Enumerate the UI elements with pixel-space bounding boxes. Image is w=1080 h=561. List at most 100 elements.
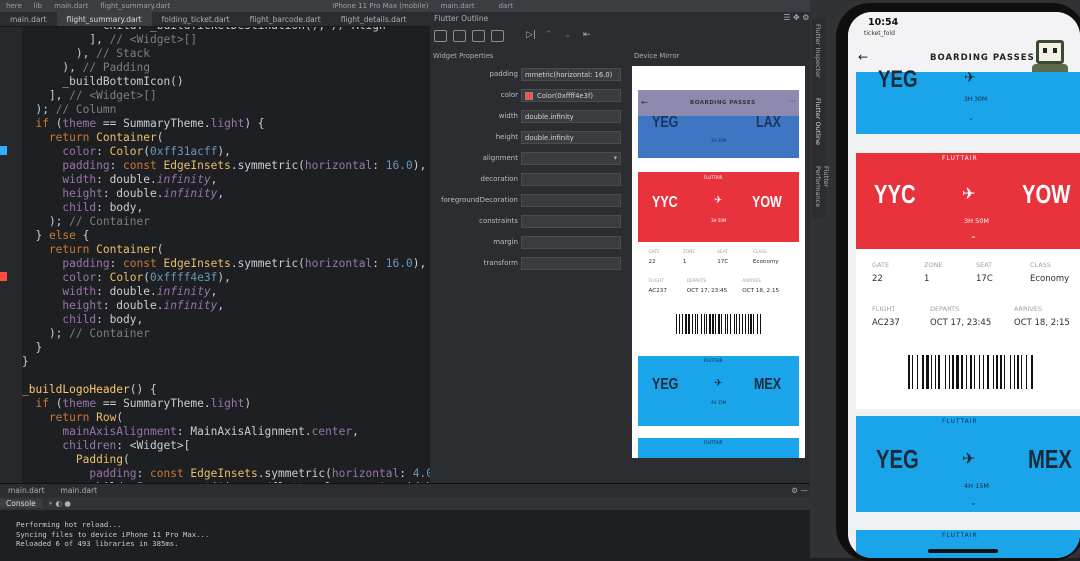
chevron-up-icon[interactable]: ⌃ (970, 235, 977, 244)
code-token: Container (96, 243, 157, 256)
tab-console[interactable]: Console (0, 499, 42, 508)
property-field[interactable] (521, 215, 621, 228)
code-token: ) (244, 397, 252, 410)
bottom-tab[interactable]: main.dart (53, 486, 106, 495)
column-widget-icon[interactable] (472, 30, 485, 42)
code-line[interactable]: padding: const EdgeInsets.symmetric(hori… (22, 467, 430, 481)
move-down-icon[interactable]: ⌄ (564, 30, 577, 42)
side-tab-inspector[interactable]: Flutter Inspector (814, 24, 822, 78)
tab-flight-details[interactable]: flight_details.dart (331, 12, 417, 26)
nav-item[interactable]: here (0, 2, 28, 10)
code-editor[interactable]: child: _buildTicketDestination(), // Ali… (22, 27, 430, 483)
editor-gutter[interactable] (0, 27, 22, 483)
code-line[interactable]: if (theme == SummaryTheme.light) { (22, 117, 430, 131)
more-icon[interactable]: ⋯ (789, 97, 796, 105)
detail-label: SEAT (976, 261, 993, 269)
dropdown-arrow-icon[interactable]: ▾ (614, 154, 617, 162)
code-line[interactable]: return Container( (22, 243, 430, 257)
mirror-card-2[interactable]: FLUTTAIR YYC ✈ YOW 3H 50M (638, 172, 799, 242)
code-line[interactable]: width: double.infinity, (22, 285, 430, 299)
ticket-card-top[interactable]: YEG ✈ 3H 30M ⌄ (856, 66, 1080, 134)
mirror-card-4[interactable]: FLUTTAIR (638, 438, 799, 458)
code-line[interactable]: color: Color(0xff31acff), (22, 145, 430, 159)
back-arrow-icon[interactable]: ← (641, 98, 648, 107)
row-widget-icon[interactable] (491, 30, 504, 42)
property-field[interactable] (521, 257, 621, 270)
ticket-card-4[interactable]: FLUTTAIR (856, 530, 1080, 558)
code-line[interactable]: color: Color(0xffff4e3f), (22, 271, 430, 285)
code-line[interactable]: padding: const EdgeInsets.symmetric(hori… (22, 159, 430, 173)
code-line[interactable]: mainAxisAlignment: MainAxisAlignment.cen… (22, 425, 430, 439)
detail-value: Economy (752, 258, 779, 265)
run-config[interactable]: main.dart (435, 2, 481, 10)
tab-main-dart[interactable]: main.dart (0, 12, 57, 26)
side-tab-performance[interactable]: Flutter Performance (814, 166, 830, 218)
code-line[interactable]: } else { (22, 229, 430, 243)
code-token: 4.0 (412, 467, 430, 480)
code-line[interactable]: ), // Padding (22, 61, 430, 75)
code-line[interactable]: } (22, 355, 430, 369)
bottom-tab[interactable]: main.dart (0, 486, 53, 495)
property-field[interactable]: ▾ (521, 152, 621, 165)
mirror-card-3[interactable]: FLUTTAIR YEG ✈ MEX 4H 15M (638, 356, 799, 426)
property-field[interactable]: double.infinity (521, 110, 621, 123)
code-line[interactable]: child: body, (22, 313, 430, 327)
move-up-icon[interactable]: ⌃ (545, 30, 558, 42)
code-line[interactable]: ], // <Widget>[] (22, 33, 430, 47)
tab-flight-barcode[interactable]: flight_barcode.dart (240, 12, 331, 26)
code-line[interactable]: width: double.infinity, (22, 173, 430, 187)
tab-folding-ticket[interactable]: folding_ticket.dart (152, 12, 240, 26)
ticket-card-3[interactable]: FLUTTAIR YEG ✈ MEX 4H 15M ⌄ (856, 416, 1080, 512)
tab-flight-summary[interactable]: flight_summary.dart (56, 12, 152, 26)
code-line[interactable]: return Row( (22, 411, 430, 425)
side-tab-outline[interactable]: Flutter Outline (814, 98, 822, 145)
code-line[interactable] (22, 369, 430, 383)
code-line[interactable]: ), // Stack (22, 47, 430, 61)
chevron-down-icon[interactable]: ⌄ (970, 498, 977, 507)
property-field[interactable]: double.infinity (521, 131, 621, 144)
console-output[interactable]: Performing hot reload... Syncing files t… (0, 510, 828, 558)
back-arrow-icon[interactable]: ← (858, 50, 868, 64)
mirror-card-1[interactable]: YEG LAX 3H 30M (638, 114, 799, 158)
code-line[interactable]: ); // Container (22, 215, 430, 229)
code-line[interactable]: if (theme == SummaryTheme.light) (22, 397, 430, 411)
property-field[interactable] (521, 236, 621, 249)
code-line[interactable]: _buildBottomIcon() (22, 75, 430, 89)
code-line[interactable]: Padding( (22, 453, 430, 467)
nav-item[interactable]: flight_summary.dart (94, 2, 176, 10)
code-line[interactable]: child: body, (22, 201, 430, 215)
toolbar-icon[interactable]: ⚡ ◐ ● (42, 499, 77, 508)
code-token: } (22, 229, 49, 242)
property-field[interactable] (521, 173, 621, 186)
code-line[interactable]: children: <Widget>[ (22, 439, 430, 453)
code-line[interactable]: ); // Container (22, 327, 430, 341)
extract-widget-icon[interactable]: ▷| (526, 30, 539, 42)
code-line[interactable]: } (22, 341, 430, 355)
nav-item[interactable]: main.dart (48, 2, 94, 10)
brand: FLUTTAIR (942, 155, 978, 162)
code-line[interactable]: ], // <Widget>[] (22, 89, 430, 103)
code-line[interactable]: height: double.infinity, (22, 187, 430, 201)
barcode-bar (682, 314, 684, 334)
chevron-down-icon[interactable]: ⌄ (968, 114, 974, 122)
code-line[interactable]: padding: const EdgeInsets.symmetric(hori… (22, 257, 430, 271)
color-swatch[interactable] (525, 92, 533, 100)
ticket-card-main[interactable]: FLUTTAIR YYC ✈ YOW 3H 50M ⌃ (856, 153, 1080, 249)
code-line[interactable]: height: double.infinity, (22, 299, 430, 313)
detail-label: FLIGHT (648, 278, 664, 284)
code-line[interactable]: _buildLogoHeader() { (22, 383, 430, 397)
nav-item[interactable]: dart (493, 2, 519, 10)
code-line[interactable]: return Container( (22, 131, 430, 145)
nav-item[interactable]: lib (28, 2, 48, 10)
barcode-bar (759, 314, 762, 334)
padding-widget-icon[interactable] (453, 30, 466, 42)
property-field[interactable]: Color(0xffff4e3f) (521, 89, 621, 102)
flutter-outline-panel: Flutter Outline ☰ ✥ ⚙ — ▷| ⌃ ⌄ ⇤ Widget … (430, 12, 828, 483)
property-field[interactable] (521, 194, 621, 207)
device-selector[interactable]: iPhone 11 Pro Max (mobile) (326, 2, 434, 10)
code-token: .symmetric( (257, 467, 332, 480)
remove-widget-icon[interactable]: ⇤ (583, 30, 596, 42)
center-widget-icon[interactable] (434, 30, 447, 42)
code-line[interactable]: ); // Column (22, 103, 430, 117)
property-field[interactable]: mmetric(horizontal: 16.0) (521, 68, 621, 81)
